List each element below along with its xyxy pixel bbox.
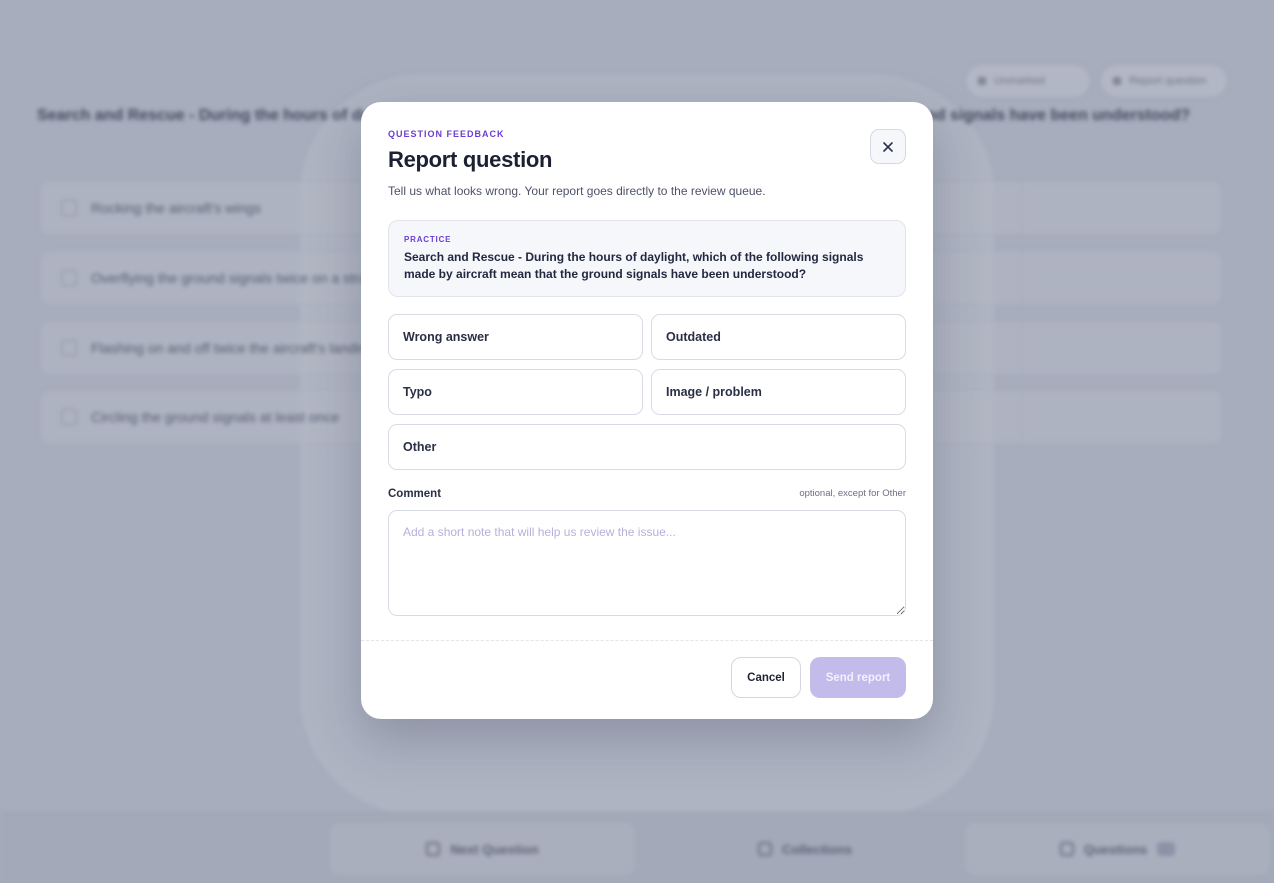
cancel-button[interactable]: Cancel bbox=[731, 657, 801, 698]
option-label: Circling the ground signals at least onc… bbox=[91, 409, 340, 425]
nav-label: Collections bbox=[781, 841, 853, 857]
question-preview: PRACTICE Search and Rescue - During the … bbox=[388, 220, 906, 297]
status-icon bbox=[978, 77, 986, 85]
questions-nav: Questions bbox=[965, 823, 1270, 875]
reason-other[interactable]: Other bbox=[388, 424, 906, 470]
checkbox-icon bbox=[61, 340, 77, 356]
send-report-button[interactable]: Send report bbox=[810, 657, 906, 698]
nav-label: Next Question bbox=[450, 841, 539, 857]
option-divider bbox=[1021, 322, 1022, 374]
count-badge bbox=[1157, 842, 1176, 856]
collections-nav: Collections bbox=[655, 823, 955, 875]
report-question-dialog: QUESTION FEEDBACK Report question Tell u… bbox=[361, 102, 933, 719]
next-question-nav: Next Question bbox=[330, 823, 635, 875]
reason-typo[interactable]: Typo bbox=[388, 369, 643, 415]
question-preview-text: Search and Rescue - During the hours of … bbox=[404, 250, 864, 281]
option-divider bbox=[1021, 252, 1022, 304]
question-mode-label: PRACTICE bbox=[404, 235, 452, 244]
status-pill: Unmarked bbox=[965, 64, 1091, 98]
report-pill-label: Report question bbox=[1129, 75, 1207, 87]
checkbox-icon bbox=[61, 409, 77, 425]
comment-textarea[interactable] bbox=[388, 510, 906, 616]
option-label: Rocking the aircraft's wings bbox=[91, 200, 261, 216]
reason-outdated[interactable]: Outdated bbox=[651, 314, 906, 360]
option-divider bbox=[1021, 391, 1022, 443]
checkbox-icon bbox=[61, 200, 77, 216]
dialog-subtitle: Tell us what looks wrong. Your report go… bbox=[388, 184, 766, 198]
reason-image-problem[interactable]: Image / problem bbox=[651, 369, 906, 415]
grid-icon bbox=[1059, 842, 1074, 856]
comment-hint: optional, except for Other bbox=[799, 488, 906, 499]
status-pill-label: Unmarked bbox=[994, 75, 1045, 87]
bookmark-icon bbox=[757, 842, 772, 856]
option-divider bbox=[1021, 182, 1022, 234]
reason-wrong-answer[interactable]: Wrong answer bbox=[388, 314, 643, 360]
dialog-title: Report question bbox=[388, 147, 553, 172]
next-icon bbox=[426, 842, 441, 856]
flag-icon bbox=[1113, 77, 1121, 85]
comment-label: Comment bbox=[388, 488, 442, 500]
close-icon bbox=[883, 141, 893, 152]
report-question-pill: Report question bbox=[1100, 64, 1228, 98]
checkbox-icon bbox=[61, 270, 77, 286]
footer-divider bbox=[361, 640, 933, 641]
bottom-nav: Next Question Collections Questions bbox=[0, 812, 1274, 883]
dialog-eyebrow: QUESTION FEEDBACK bbox=[388, 129, 505, 139]
close-button[interactable] bbox=[870, 129, 906, 164]
nav-label: Questions bbox=[1083, 841, 1148, 857]
